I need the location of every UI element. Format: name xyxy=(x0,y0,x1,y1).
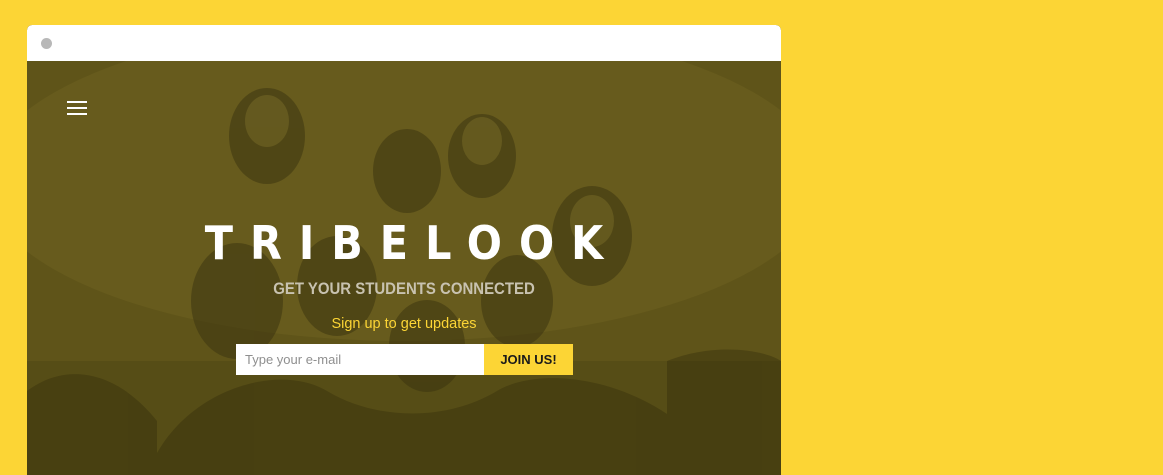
menu-bar-line xyxy=(67,113,87,115)
browser-toolbar xyxy=(27,25,781,61)
join-button[interactable]: JOIN US! xyxy=(484,344,573,375)
brand-block: TRIBELOOK GET YOUR STUDENTS CONNECTED Si… xyxy=(27,213,781,333)
menu-bar-line xyxy=(67,101,87,103)
signup-heading: Sign up to get updates xyxy=(331,316,477,332)
site-logo: TRIBELOOK xyxy=(204,216,621,270)
hamburger-menu-icon[interactable] xyxy=(67,99,87,117)
email-input[interactable] xyxy=(236,344,484,375)
menu-bar-line xyxy=(67,107,87,109)
browser-window: TRIBELOOK GET YOUR STUDENTS CONNECTED Si… xyxy=(27,25,781,475)
tagline: GET YOUR STUDENTS CONNECTED xyxy=(273,279,535,298)
hero-section: TRIBELOOK GET YOUR STUDENTS CONNECTED Si… xyxy=(27,61,781,475)
window-control-dot[interactable] xyxy=(41,38,52,49)
signup-form: JOIN US! xyxy=(236,344,573,375)
